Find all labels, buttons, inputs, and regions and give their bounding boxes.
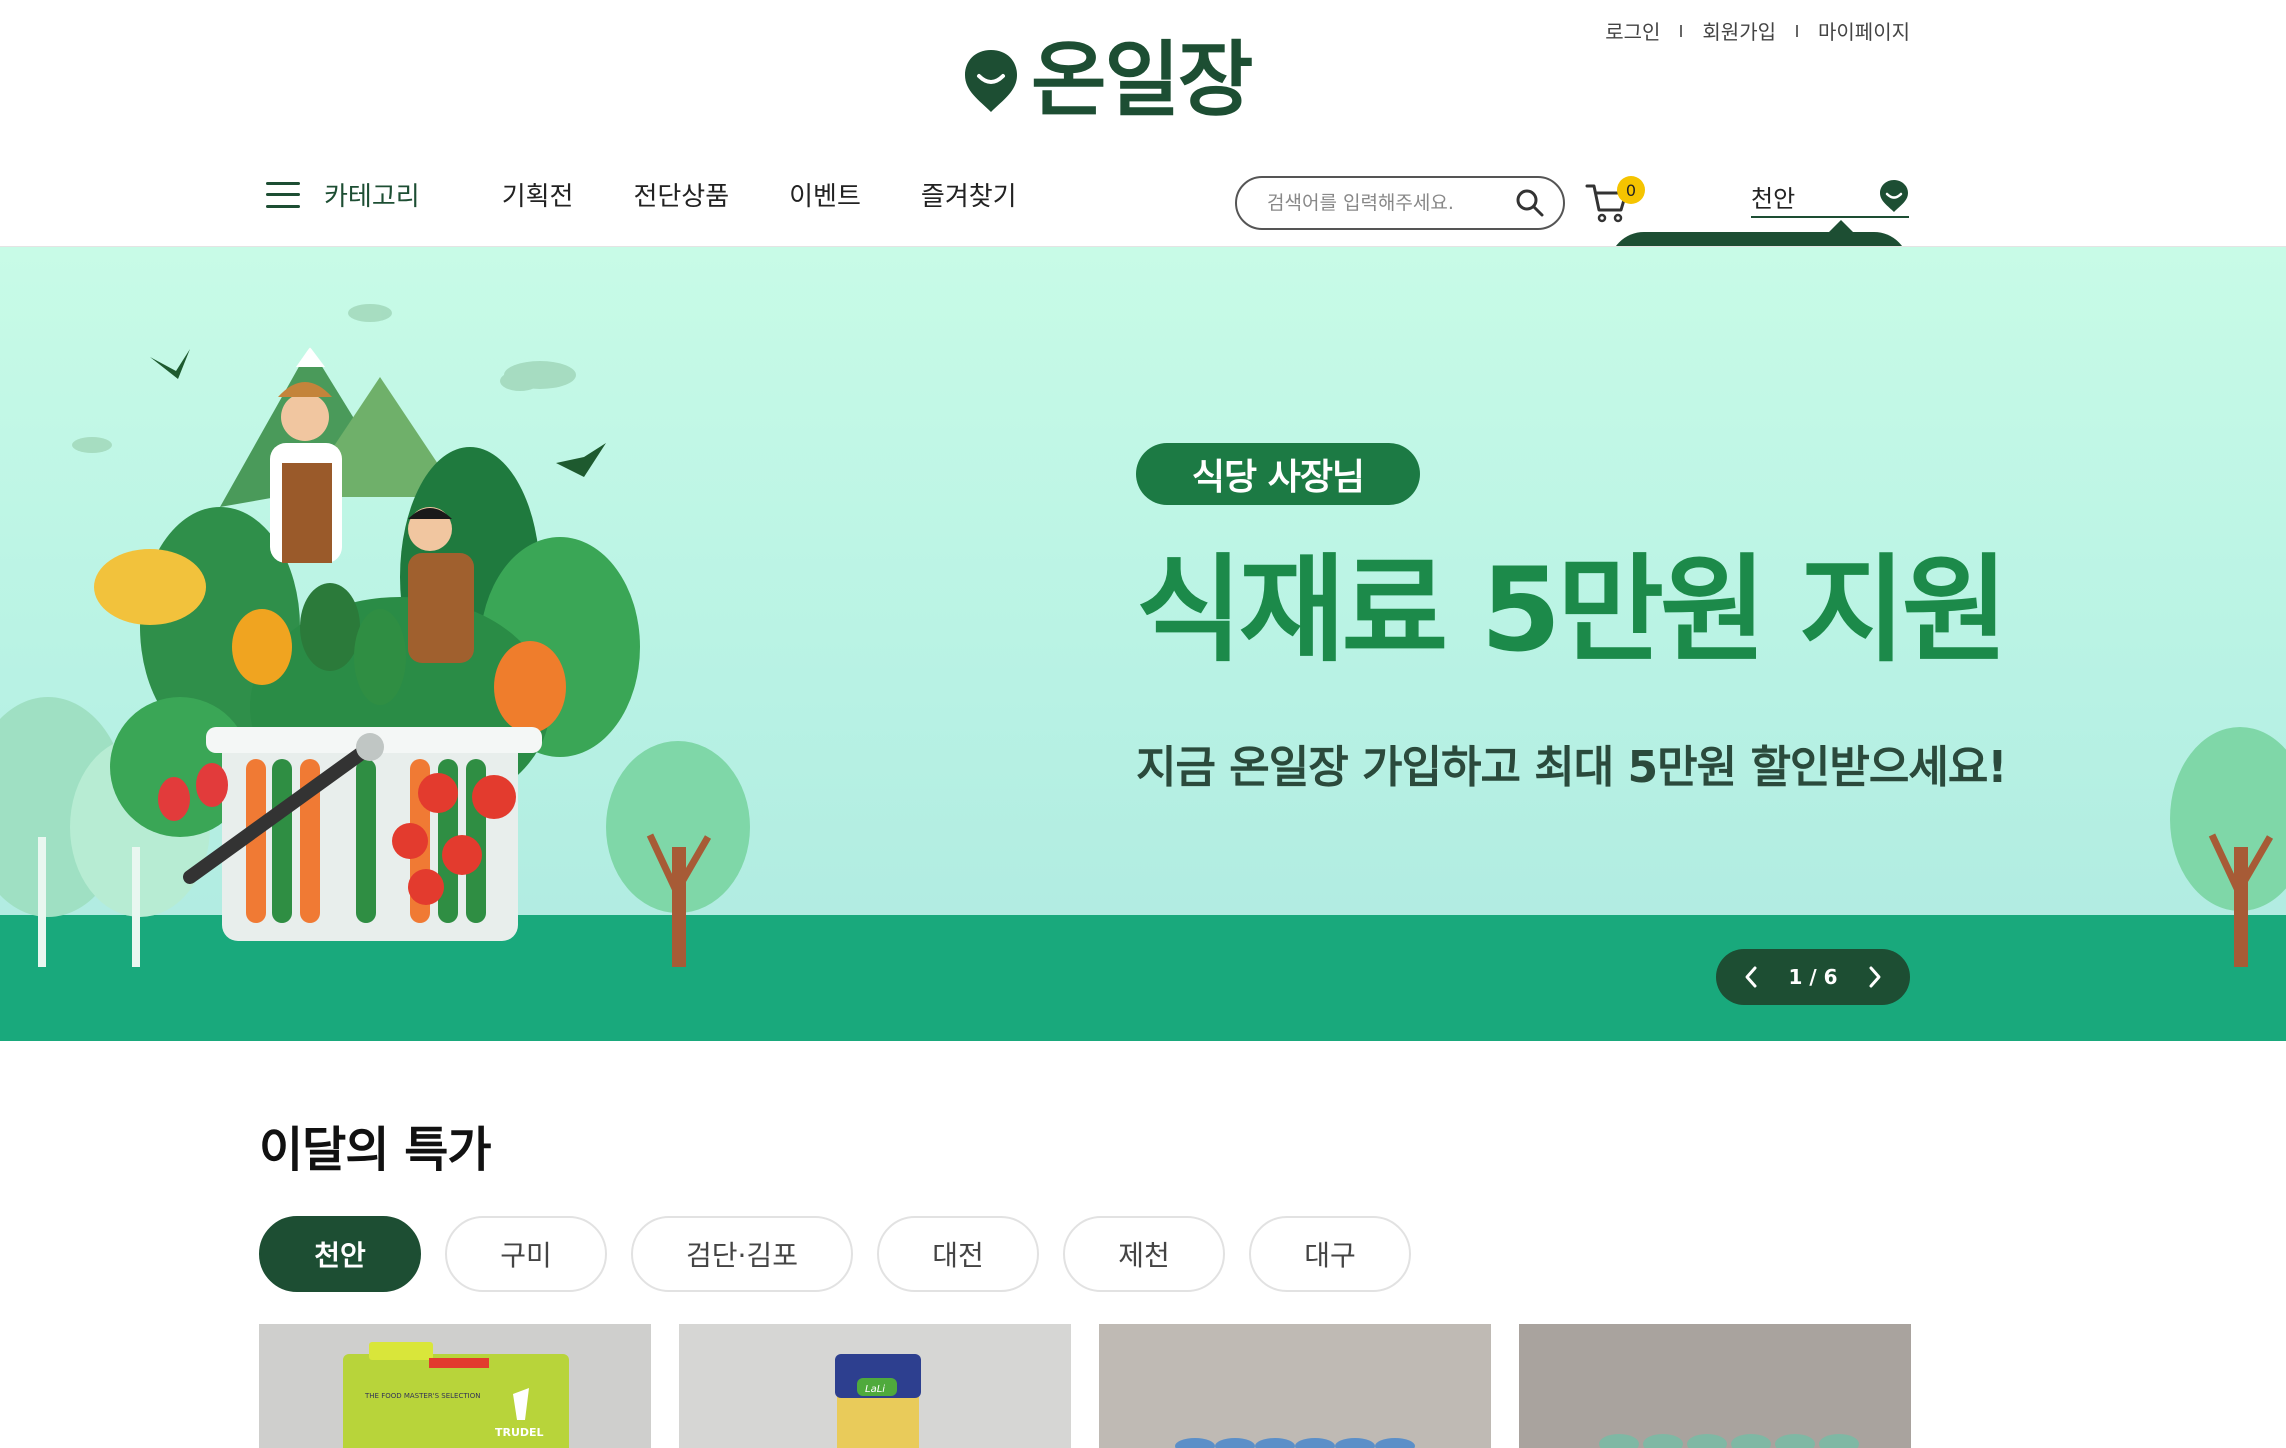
hero-banner[interactable]: 식당 사장님 식재료 5만원 지원 지금 온일장 가입하고 최대 5만원 할인받… bbox=[0, 247, 2286, 1041]
search-box bbox=[1235, 176, 1565, 230]
mypage-link[interactable]: 마이페이지 bbox=[1818, 16, 1910, 45]
tab-cheonan[interactable]: 천안 bbox=[259, 1216, 421, 1292]
utility-links: 로그인 회원가입 마이페이지 bbox=[1605, 16, 1910, 45]
signup-link[interactable]: 회원가입 bbox=[1702, 16, 1776, 45]
product-brand: TRUDEL bbox=[495, 1426, 544, 1439]
product-card[interactable] bbox=[1519, 1324, 1911, 1448]
banner-pager: 1 / 6 bbox=[1716, 949, 1910, 1005]
tab-jecheon[interactable]: 제천 bbox=[1063, 1216, 1225, 1292]
section-title: 이달의 특가 bbox=[259, 1122, 492, 1178]
main-nav: 카테고리 기획전 전단상품 이벤트 즐겨찾기 bbox=[266, 176, 1077, 213]
tab-geomdan-gimpo[interactable]: 검단·김포 bbox=[631, 1216, 853, 1292]
product-image bbox=[1099, 1324, 1491, 1448]
product-brand: LaLi bbox=[865, 1384, 885, 1395]
product-card[interactable]: LaLi bbox=[679, 1324, 1071, 1448]
product-list: THE FOOD MASTER'S SELECTION TRUDEL LaLi bbox=[259, 1324, 1939, 1448]
chevron-right-icon[interactable] bbox=[1866, 965, 1884, 989]
site-logo[interactable]: 온일장 bbox=[963, 33, 1253, 128]
region-name: 천안 bbox=[1751, 184, 1796, 213]
product-image: THE FOOD MASTER'S SELECTION TRUDEL bbox=[259, 1324, 651, 1448]
banner-subtitle: 지금 온일장 가입하고 최대 5만원 할인받으세요! bbox=[1136, 742, 2007, 793]
tab-daejeon[interactable]: 대전 bbox=[877, 1216, 1039, 1292]
banner-badge: 식당 사장님 bbox=[1136, 443, 1420, 505]
product-label: THE FOOD MASTER'S SELECTION bbox=[364, 1392, 480, 1400]
nav-item-flyer[interactable]: 전단상품 bbox=[633, 176, 729, 213]
banner-title: 식재료 5만원 지원 bbox=[1136, 543, 2009, 678]
nav-item-favorites[interactable]: 즐겨찾기 bbox=[921, 176, 1017, 213]
logo-text: 온일장 bbox=[1031, 33, 1253, 128]
product-image: LaLi bbox=[679, 1324, 1071, 1448]
region-selector[interactable]: 천안 bbox=[1751, 176, 1909, 218]
location-pin-icon bbox=[1880, 180, 1908, 212]
search-input[interactable] bbox=[1267, 192, 1515, 214]
nav-category[interactable]: 카테고리 bbox=[324, 176, 420, 213]
nav-item-event[interactable]: 이벤트 bbox=[789, 176, 861, 213]
product-card[interactable] bbox=[1099, 1324, 1491, 1448]
divider bbox=[1796, 24, 1798, 37]
product-image bbox=[1519, 1324, 1911, 1448]
nav-item-exhibition[interactable]: 기획전 bbox=[502, 176, 574, 213]
cart-count-badge: 0 bbox=[1617, 176, 1645, 204]
product-card[interactable]: THE FOOD MASTER'S SELECTION TRUDEL bbox=[259, 1324, 651, 1448]
menu-icon[interactable] bbox=[266, 181, 300, 208]
login-link[interactable]: 로그인 bbox=[1605, 16, 1660, 45]
tab-gumi[interactable]: 구미 bbox=[445, 1216, 607, 1292]
search-icon[interactable] bbox=[1515, 188, 1545, 218]
divider bbox=[1680, 24, 1683, 37]
region-tabs: 천안 구미 검단·김포 대전 제천 대구 bbox=[259, 1216, 1435, 1292]
chevron-left-icon[interactable] bbox=[1742, 965, 1760, 989]
pager-count: 1 / 6 bbox=[1788, 965, 1838, 989]
logo-icon bbox=[965, 50, 1017, 112]
tab-daegu[interactable]: 대구 bbox=[1249, 1216, 1411, 1292]
